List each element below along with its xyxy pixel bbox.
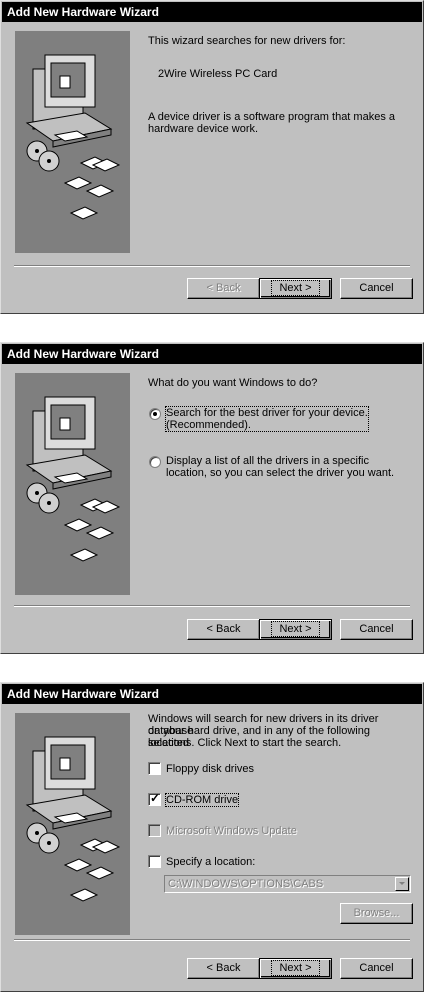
description-line-1: A device driver is a software program th… — [148, 111, 395, 123]
separator — [14, 605, 410, 607]
wizard-illustration — [15, 31, 130, 253]
floppy-label[interactable]: Floppy disk drives — [166, 763, 254, 775]
search-best-driver-radio[interactable] — [149, 408, 161, 420]
separator — [14, 939, 410, 941]
specify-location-checkbox[interactable] — [148, 855, 161, 868]
title-bar: Add New Hardware Wizard — [2, 684, 422, 704]
windows-update-checkbox — [148, 824, 161, 837]
browse-button: Browse... — [340, 903, 413, 924]
cancel-button[interactable]: Cancel — [340, 958, 413, 979]
back-button[interactable]: < Back — [187, 958, 260, 979]
display-list-label[interactable]: Display a list of all the drivers in a s… — [166, 455, 394, 479]
wizard-dialog-2: Add New Hardware Wizard What do you want… — [0, 342, 424, 654]
cdrom-checkbox[interactable]: ✓ — [148, 791, 161, 806]
description-line-2: hardware device work. — [148, 123, 259, 135]
search-best-driver-label[interactable]: Search for the best driver for your devi… — [165, 406, 369, 432]
back-button[interactable]: < Back — [187, 619, 260, 640]
specify-location-label[interactable]: Specify a location: — [166, 856, 255, 868]
checkmark-icon: ✓ — [150, 791, 161, 805]
device-name: 2Wire Wireless PC Card — [158, 68, 278, 80]
wizard-dialog-1: Add New Hardware Wizard This wizard sear… — [0, 0, 424, 314]
computer-disks-icon — [25, 54, 121, 220]
wizard-dialog-3: Add New Hardware Wizard Windows will sea… — [0, 682, 424, 992]
cancel-button[interactable]: Cancel — [340, 278, 413, 299]
wizard-illustration — [15, 373, 130, 595]
cancel-button[interactable]: Cancel — [340, 619, 413, 640]
question-text: What do you want Windows to do? — [148, 377, 318, 389]
next-button[interactable]: Next > — [259, 958, 332, 979]
next-button[interactable]: Next > — [259, 619, 332, 640]
back-button[interactable]: < Back — [187, 278, 260, 299]
title-bar: Add New Hardware Wizard — [2, 2, 422, 22]
separator — [14, 265, 410, 267]
wizard-illustration — [15, 713, 130, 935]
floppy-checkbox[interactable] — [148, 762, 161, 775]
computer-disks-icon — [25, 736, 121, 902]
display-list-radio[interactable] — [149, 456, 161, 468]
next-button[interactable]: Next > — [259, 278, 332, 299]
windows-update-label: Microsoft Windows Update — [166, 825, 297, 837]
intro-text: This wizard searches for new drivers for… — [148, 35, 346, 47]
chevron-down-icon — [395, 877, 409, 891]
title-bar: Add New Hardware Wizard — [2, 344, 422, 364]
location-combobox: C:\WINDOWS\OPTIONS\CABS — [164, 875, 411, 893]
location-value: C:\WINDOWS\OPTIONS\CABS — [168, 878, 324, 890]
search-text-line-3: locations. Click Next to start the searc… — [148, 737, 342, 749]
computer-disks-icon — [25, 396, 121, 562]
cdrom-label[interactable]: CD-ROM drive — [164, 793, 240, 807]
